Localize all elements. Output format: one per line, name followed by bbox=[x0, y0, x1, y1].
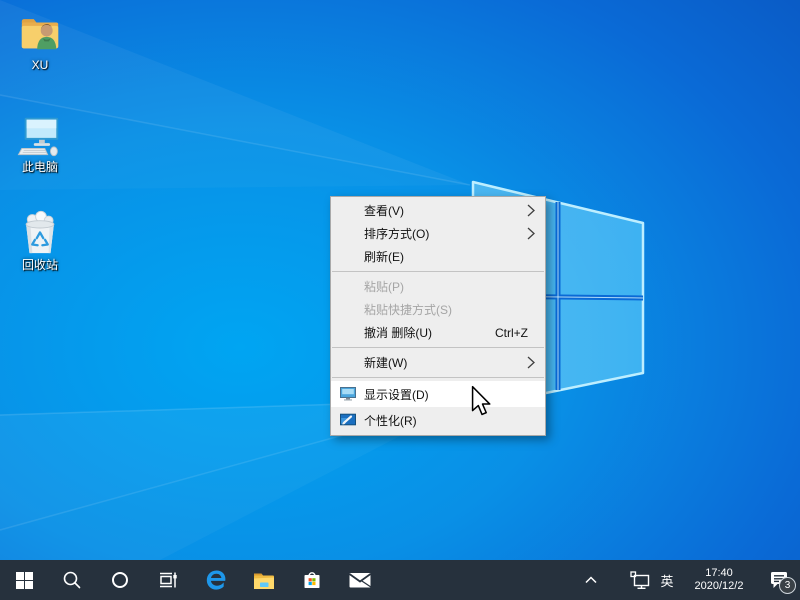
personalization-icon bbox=[340, 413, 356, 427]
menu-item-undo-delete[interactable]: 撤消 删除(U) Ctrl+Z bbox=[331, 321, 545, 344]
windows-desktop: XU 此电脑 bbox=[0, 0, 800, 600]
cortana-icon bbox=[111, 571, 129, 589]
menu-separator bbox=[332, 271, 544, 272]
file-explorer-icon bbox=[253, 571, 275, 590]
store-icon bbox=[300, 568, 324, 592]
this-pc-icon bbox=[17, 112, 63, 158]
mail-icon bbox=[348, 568, 372, 592]
desktop-icon-recycle-bin[interactable]: 回收站 bbox=[2, 208, 78, 272]
desktop-icon-user-folder[interactable]: XU bbox=[2, 10, 78, 72]
desktop-icon-label: XU bbox=[2, 58, 78, 72]
taskbar: 英 17:40 2020/12/2 3 bbox=[0, 560, 800, 600]
store-button[interactable] bbox=[288, 560, 336, 600]
show-hidden-icons-button[interactable] bbox=[578, 560, 604, 600]
clock[interactable]: 17:40 2020/12/2 bbox=[680, 560, 758, 600]
menu-item-new[interactable]: 新建(W) bbox=[331, 351, 545, 374]
menu-item-view[interactable]: 查看(V) bbox=[331, 199, 545, 222]
menu-item-refresh[interactable]: 刷新(E) bbox=[331, 245, 545, 268]
mail-button[interactable] bbox=[336, 560, 384, 600]
menu-separator bbox=[332, 347, 544, 348]
tray-time: 17:40 bbox=[705, 567, 733, 580]
submenu-arrow-icon bbox=[527, 356, 545, 369]
network-status-button[interactable] bbox=[626, 560, 654, 600]
task-view-button[interactable] bbox=[144, 560, 192, 600]
menu-item-personalize[interactable]: 个性化(R) bbox=[331, 407, 545, 433]
search-button[interactable] bbox=[48, 560, 96, 600]
menu-separator bbox=[332, 377, 544, 378]
edge-button[interactable] bbox=[192, 560, 240, 600]
system-tray: 英 17:40 2020/12/2 3 bbox=[578, 560, 800, 600]
shortcut-text: Ctrl+Z bbox=[495, 326, 545, 340]
menu-item-paste-shortcut[interactable]: 粘贴快捷方式(S) bbox=[331, 298, 545, 321]
start-button[interactable] bbox=[0, 560, 48, 600]
recycle-bin-icon bbox=[17, 208, 63, 256]
notification-count-badge: 3 bbox=[779, 577, 796, 594]
display-settings-icon bbox=[340, 387, 356, 401]
windows-start-icon bbox=[16, 572, 33, 589]
tray-date: 2020/12/2 bbox=[695, 580, 744, 593]
desktop-icon-this-pc[interactable]: 此电脑 bbox=[2, 112, 78, 174]
menu-item-sort-by[interactable]: 排序方式(O) bbox=[331, 222, 545, 245]
ime-language-indicator[interactable]: 英 bbox=[654, 560, 680, 600]
cortana-button[interactable] bbox=[96, 560, 144, 600]
submenu-arrow-icon bbox=[527, 227, 545, 240]
task-view-icon bbox=[158, 570, 178, 590]
action-center-button[interactable]: 3 bbox=[758, 560, 800, 600]
desktop-icon-label: 回收站 bbox=[2, 258, 78, 272]
desktop-icon-label: 此电脑 bbox=[2, 160, 78, 174]
ethernet-network-icon bbox=[630, 571, 650, 590]
chevron-up-icon bbox=[584, 575, 598, 585]
menu-item-paste[interactable]: 粘贴(P) bbox=[331, 275, 545, 298]
search-icon bbox=[62, 570, 82, 590]
edge-icon bbox=[204, 568, 228, 592]
submenu-arrow-icon bbox=[527, 204, 545, 217]
desktop-context-menu: 查看(V) 排序方式(O) 刷新(E) 粘贴(P) 粘贴快捷方式(S) bbox=[330, 196, 546, 436]
file-explorer-button[interactable] bbox=[240, 560, 288, 600]
user-folder-icon bbox=[17, 10, 63, 56]
menu-item-display-settings[interactable]: 显示设置(D) bbox=[331, 381, 545, 407]
